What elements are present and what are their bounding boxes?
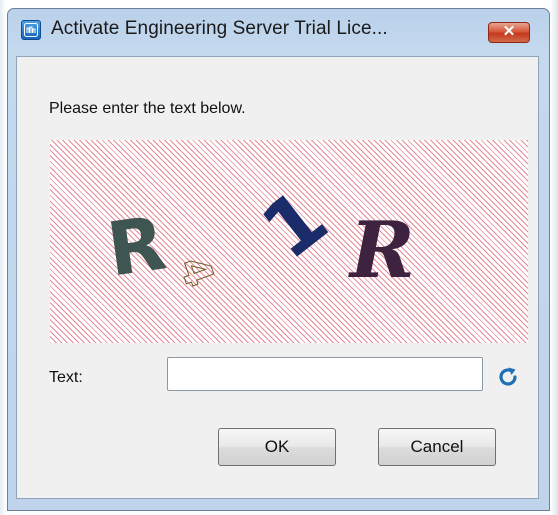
title-bar[interactable]: Activate Engineering Server Trial Lice..… [8,9,549,49]
cancel-button[interactable]: Cancel [378,428,496,466]
window-title: Activate Engineering Server Trial Lice..… [51,18,388,39]
ok-button[interactable]: OK [218,428,336,466]
text-label: Text: [49,369,83,386]
close-icon: ✕ [502,23,516,40]
app-icon [21,20,41,40]
captcha-text-input[interactable] [167,357,483,391]
refresh-icon[interactable] [496,365,520,389]
captcha-char: R [350,205,415,296]
captcha-char: 1 [246,172,345,278]
captcha-char: R [102,200,171,294]
captcha-char: 4 [169,251,223,294]
prompt-text: Please enter the text below. [49,100,246,117]
close-button[interactable]: ✕ [488,22,530,43]
captcha-image: R 4 1 R [50,140,528,343]
